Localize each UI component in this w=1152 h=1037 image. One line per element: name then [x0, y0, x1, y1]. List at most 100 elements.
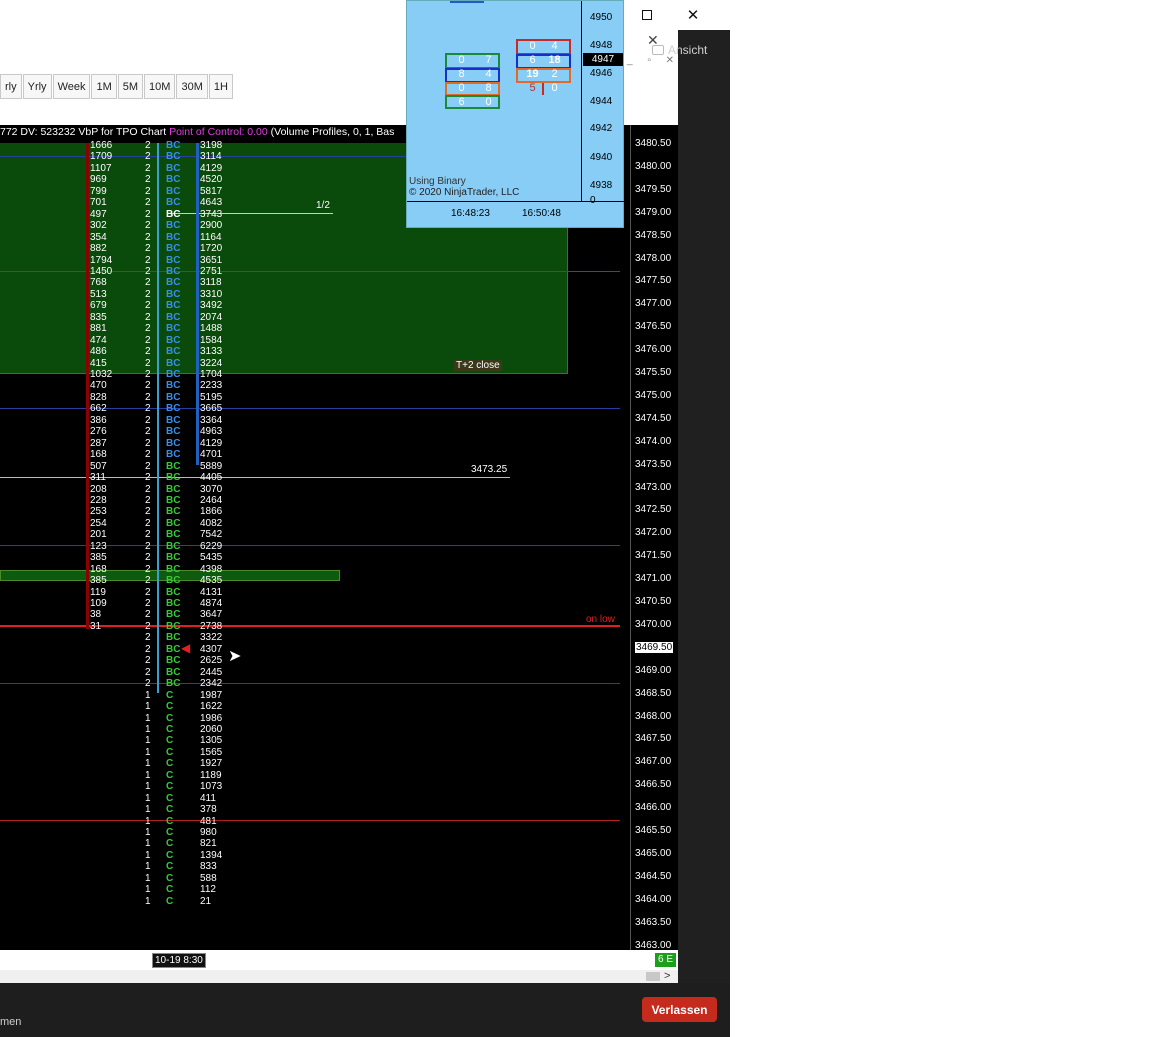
count-cell: 2: [145, 162, 151, 174]
ladder-bid-ask-cell: 6: [458, 96, 465, 108]
volume-cell: 828: [90, 391, 107, 403]
value-cell: 2738: [200, 620, 223, 632]
tpo-letter-cell: BC: [166, 208, 181, 220]
count-cell: 2: [145, 529, 151, 541]
tpo-letter-cell: C: [166, 827, 174, 838]
volume-cell: 119: [90, 586, 106, 598]
count-cell: 1: [145, 895, 151, 907]
ladder-current-price: 4947: [583, 53, 623, 66]
timeframe-button[interactable]: Week: [52, 74, 91, 99]
scrollbar-thumb[interactable]: [646, 972, 660, 981]
tpo-letter-cell: C: [166, 884, 174, 896]
timeframe-button[interactable]: rly: [0, 74, 22, 99]
ladder-bid-ask-cell: 4: [551, 40, 558, 52]
value-cell: 411: [200, 792, 216, 804]
tpo-row: 2 BC 3322: [0, 632, 240, 644]
scroll-right-icon[interactable]: >: [664, 970, 670, 982]
count-cell: 2: [145, 197, 151, 209]
tpo-row: 168 2 BC 4398: [0, 564, 240, 576]
count-cell: 1: [145, 815, 151, 827]
price-axis-label: 3479.50: [635, 183, 672, 195]
ladder-bid-ask-cell: 0: [551, 82, 558, 94]
volume-cell: 287: [90, 437, 107, 449]
ladder-axis-label: 4950: [590, 12, 613, 23]
tpo-letter-cell: BC: [166, 666, 181, 678]
count-cell: 2: [145, 208, 151, 220]
tpo-row: 828 2 BC 5195: [0, 392, 240, 404]
count-cell: 2: [145, 300, 151, 312]
order-flow-ladder-panel[interactable]: 0 7 8 4 0 8 6 0 0 4 6 18 19 2 5 0 4950 4948 4946 4944 4942 4…: [406, 0, 625, 228]
price-axis-label: 3476.00: [635, 344, 672, 356]
tpo-row: 415 2 BC 3224: [0, 358, 240, 370]
tpo-row: 386 2 BC 3364: [0, 415, 240, 427]
tpo-row: 835 2 BC 2074: [0, 312, 240, 324]
volume-cell: 474: [90, 334, 107, 346]
volume-cell: 701: [90, 197, 107, 209]
count-cell: 1: [145, 872, 151, 884]
count-cell: 2: [145, 174, 151, 186]
close-button[interactable]: ✕: [670, 0, 716, 30]
tpo-letter-cell: BC: [166, 403, 181, 415]
ladder-time-label: 16:48:23: [451, 208, 490, 219]
price-axis-label: 3477.00: [635, 298, 672, 310]
tpo-row: 201 2 BC 7542: [0, 529, 240, 541]
value-cell: 3322: [200, 632, 223, 644]
value-cell: 3492: [200, 300, 223, 312]
mouse-cursor-icon: ➤: [228, 648, 242, 665]
volume-cell: 969: [90, 174, 107, 186]
tpo-letter-cell: BC: [166, 140, 181, 151]
price-axis-label: 3479.00: [635, 206, 672, 218]
leave-button[interactable]: Verlassen: [642, 997, 717, 1022]
price-axis[interactable]: 3480.50 3480.00 3479.50 3479.00 3478.50 3478.…: [630, 125, 678, 950]
count-cell: 1: [145, 804, 151, 816]
tpo-row: 2 BC 2445: [0, 667, 240, 679]
timeframe-button[interactable]: 5M: [117, 74, 144, 99]
tpo-letter-cell: C: [166, 758, 174, 770]
price-axis-label: 3477.50: [635, 275, 672, 287]
maximize-icon: [642, 10, 652, 20]
tpo-row: 31 2 BC 2738: [0, 621, 240, 633]
price-axis-label: 3478.50: [635, 229, 672, 241]
tpo-letter-cell: BC: [166, 265, 181, 277]
view-button-label: Ansicht: [668, 43, 708, 57]
value-cell: 2074: [200, 311, 223, 323]
price-axis-label: 3466.00: [635, 802, 672, 814]
count-cell: 2: [145, 243, 151, 255]
tpo-letter-cell: C: [166, 781, 174, 793]
tpo-row: 497 2 BC 3743: [0, 209, 240, 221]
view-button[interactable]: Ansicht: [652, 38, 722, 62]
ladder-bid-ask-cell: 4: [485, 68, 492, 80]
price-axis-label: 3466.50: [635, 779, 672, 791]
count-cell: 2: [145, 231, 151, 243]
price-axis-label: 3480.00: [635, 160, 672, 172]
value-cell: 1987: [200, 689, 223, 701]
timeframe-button[interactable]: Yrly: [22, 74, 52, 99]
value-cell: 4082: [200, 517, 223, 529]
timeframe-button[interactable]: 10M: [144, 74, 176, 99]
value-cell: 1927: [200, 758, 223, 770]
count-cell: 2: [145, 506, 151, 518]
ladder-time-label: 16:50:48: [522, 208, 561, 219]
maximize-button[interactable]: [624, 0, 670, 30]
volume-cell: 208: [90, 483, 107, 495]
tpo-chart-panel[interactable]: 1666 2 BC 3198 1709 2 BC 3114 1107 2 BC 4129 969 2 BC 4…: [0, 125, 678, 950]
chart-info-header: 772 DV: 523232 VbP for TPO Chart Point o…: [0, 126, 394, 138]
timeframe-button[interactable]: 1H: [208, 74, 233, 99]
volume-cell: 168: [90, 449, 107, 461]
tpo-row: 1032 2 BC 1704: [0, 369, 240, 381]
value-cell: 4520: [200, 174, 223, 186]
ladder-bid-ask-cell: 18: [548, 54, 561, 66]
tpo-letter-cell: C: [166, 804, 174, 816]
volume-cell: 507: [90, 460, 107, 472]
timeframe-button[interactable]: 1M: [91, 74, 117, 99]
tpo-letter-cell: BC: [166, 151, 181, 163]
tpo-letter-cell: BC: [166, 575, 181, 587]
volume-cell: 799: [90, 185, 107, 197]
tpo-row: 119 2 BC 4131: [0, 587, 240, 599]
tpo-letter-cell: BC: [166, 586, 181, 598]
count-cell: 2: [145, 391, 151, 403]
timeframe-button[interactable]: 30M: [176, 74, 208, 99]
ladder-bid-ask-cell: 0: [458, 82, 465, 94]
horizontal-scrollbar[interactable]: >: [0, 970, 678, 983]
tpo-letter-cell: BC: [166, 220, 181, 232]
